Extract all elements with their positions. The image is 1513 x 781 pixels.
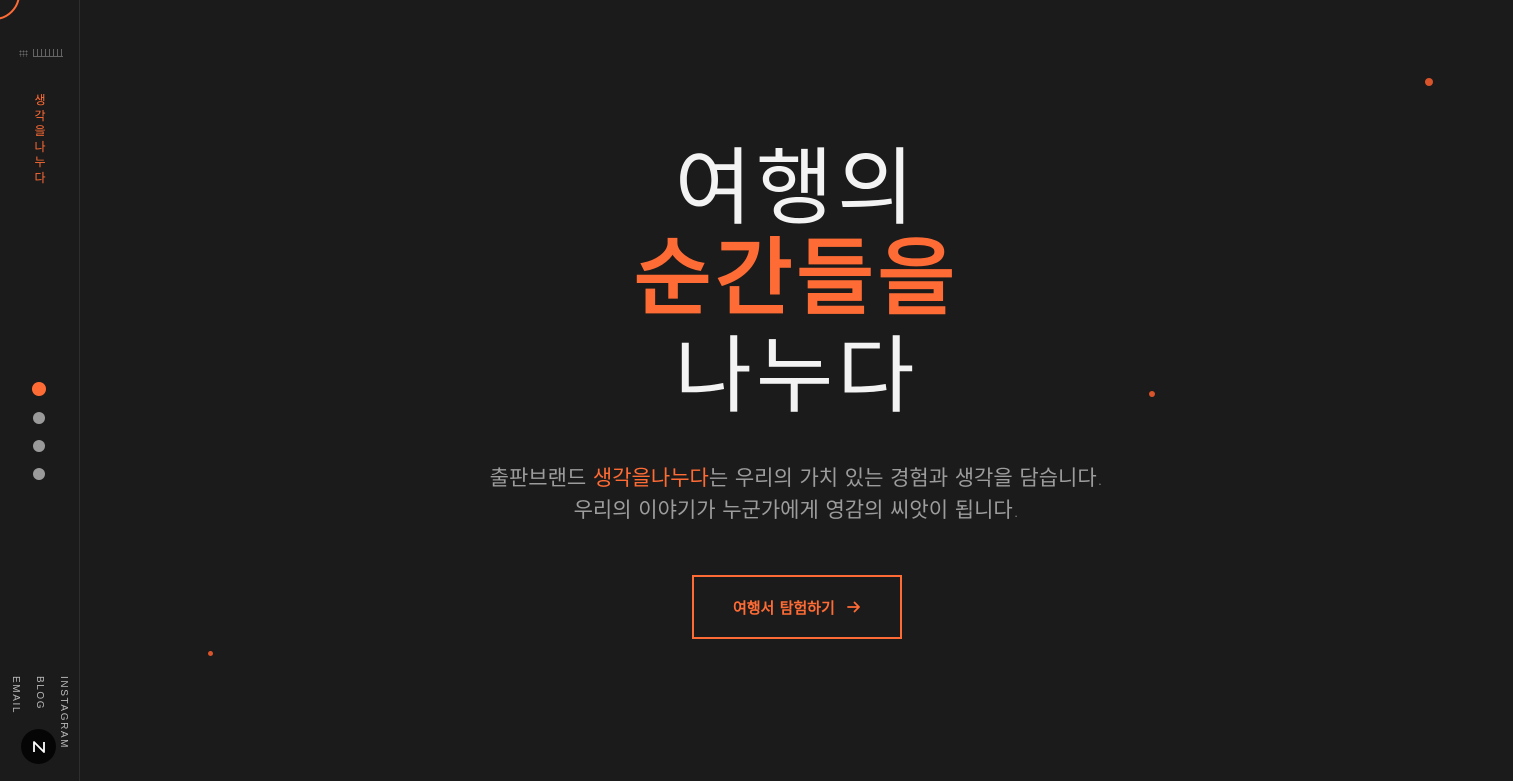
- explore-books-button[interactable]: 여행서 탐험하기: [692, 575, 902, 639]
- n-logo-icon[interactable]: [21, 729, 56, 764]
- social-link-email[interactable]: EMAIL: [10, 676, 21, 714]
- decoration-dot-bottom-left: [208, 651, 213, 656]
- hero-page: 생각을나누다 EMAIL BLOG INSTAGRAM 여행의 순간들을 나누다…: [0, 0, 1513, 781]
- corner-circle-decoration: [0, 0, 20, 20]
- hero-title-line-2: 순간들을: [633, 228, 960, 327]
- brand-mini-text: [33, 49, 63, 57]
- arrow-right-icon: [847, 601, 860, 613]
- pager-dot-2[interactable]: [33, 412, 45, 424]
- social-link-instagram[interactable]: INSTAGRAM: [58, 676, 69, 749]
- pager-dot-4[interactable]: [33, 468, 45, 480]
- sidebar: 생각을나누다 EMAIL BLOG INSTAGRAM: [0, 0, 80, 781]
- subtitle-suffix: 는 우리의 가치 있는 경험과 생각을 담습니다.: [708, 466, 1104, 490]
- grid-icon: [19, 49, 28, 57]
- vertical-brand-name: 생각을나누다: [34, 93, 46, 185]
- social-link-blog[interactable]: BLOG: [34, 676, 45, 710]
- hero-title-line-3: 나누다: [674, 327, 919, 425]
- brand-mini-logo[interactable]: [19, 49, 63, 57]
- pager-dot-3[interactable]: [33, 440, 45, 452]
- section-pager: [32, 382, 46, 480]
- n-letter-glyph: [32, 740, 45, 753]
- subtitle-brand-accent: 생각을나누다: [592, 466, 709, 490]
- subtitle-line-2: 우리의 이야기가 누군가에게 영감의 씨앗이 됩니다.: [573, 498, 1020, 522]
- decoration-dot-top-right: [1425, 78, 1433, 86]
- pager-dot-1[interactable]: [32, 382, 46, 396]
- subtitle-prefix: 출판브랜드: [489, 466, 593, 490]
- cta-label: 여행서 탐험하기: [733, 598, 835, 617]
- hero-title-line-1: 여행의: [674, 139, 919, 237]
- hero-subtitle: 출판브랜드 생각을나누다는 우리의 가치 있는 경험과 생각을 담습니다. 우리…: [80, 462, 1513, 526]
